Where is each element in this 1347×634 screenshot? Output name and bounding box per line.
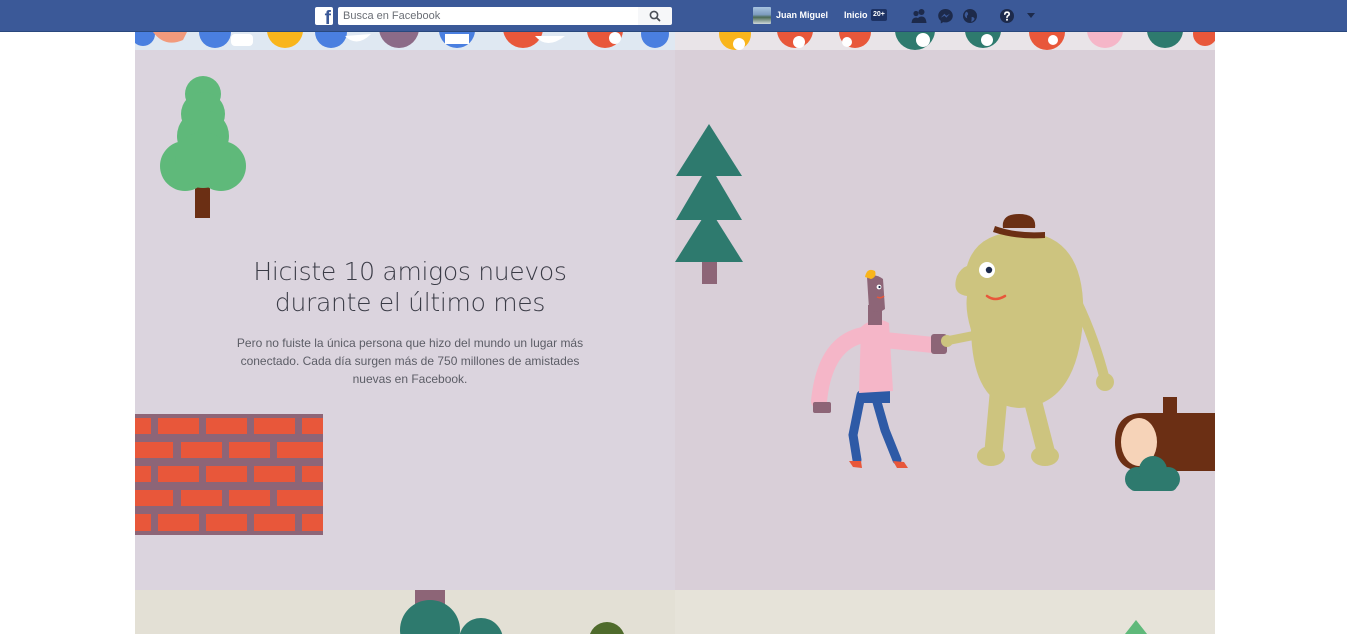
reactions-banner-art bbox=[135, 32, 1215, 50]
reactions-banner bbox=[135, 32, 1215, 50]
messenger-icon[interactable] bbox=[937, 8, 954, 24]
home-link[interactable]: Inicio bbox=[844, 10, 868, 20]
card-headline-line-1: Hiciste 10 amigos nuevos bbox=[253, 257, 567, 286]
facebook-logo-letter: f bbox=[324, 8, 331, 29]
friends-card-illustration-panel bbox=[675, 50, 1215, 590]
card-description: Pero no fuiste la única persona que hizo… bbox=[223, 334, 597, 388]
card-headline-line-2: durante el último mes bbox=[274, 288, 546, 317]
notifications-globe-icon[interactable] bbox=[962, 8, 978, 24]
search-icon bbox=[649, 10, 661, 22]
pine-tree-illustration bbox=[675, 124, 743, 284]
top-navigation-bar: f Juan Miguel Inicio 20+ bbox=[0, 0, 1347, 32]
monster-illustration bbox=[941, 214, 1114, 466]
account-menu-caret-icon[interactable] bbox=[1026, 12, 1036, 19]
friends-card-text-panel: Hiciste 10 amigos nuevos durante el últi… bbox=[135, 50, 675, 590]
next-card-right-panel bbox=[675, 590, 1215, 634]
card-description-line-2: conectado. Cada día surgen más de 750 mi… bbox=[240, 354, 580, 368]
round-tree-illustration bbox=[160, 76, 246, 218]
next-card-trees-illustration bbox=[400, 590, 624, 634]
search-button[interactable] bbox=[638, 7, 672, 25]
avatar bbox=[753, 7, 771, 24]
search-input[interactable] bbox=[338, 7, 643, 25]
facebook-logo-icon[interactable]: f bbox=[315, 7, 333, 29]
home-count-badge: 20+ bbox=[871, 9, 887, 21]
card-headline: Hiciste 10 amigos nuevos durante el últi… bbox=[135, 256, 675, 318]
profile-name: Juan Miguel bbox=[776, 10, 829, 20]
card-description-line-1: Pero no fuiste la única persona que hizo… bbox=[236, 336, 584, 350]
brick-wall-illustration bbox=[135, 414, 323, 535]
bush-illustration bbox=[1125, 456, 1180, 491]
next-card-pine-illustration bbox=[1125, 620, 1147, 634]
help-icon[interactable] bbox=[999, 8, 1015, 24]
next-card-left-panel bbox=[135, 590, 675, 634]
friend-requests-icon[interactable] bbox=[910, 8, 928, 24]
card-description-line-3: nuevas en Facebook. bbox=[352, 372, 468, 386]
